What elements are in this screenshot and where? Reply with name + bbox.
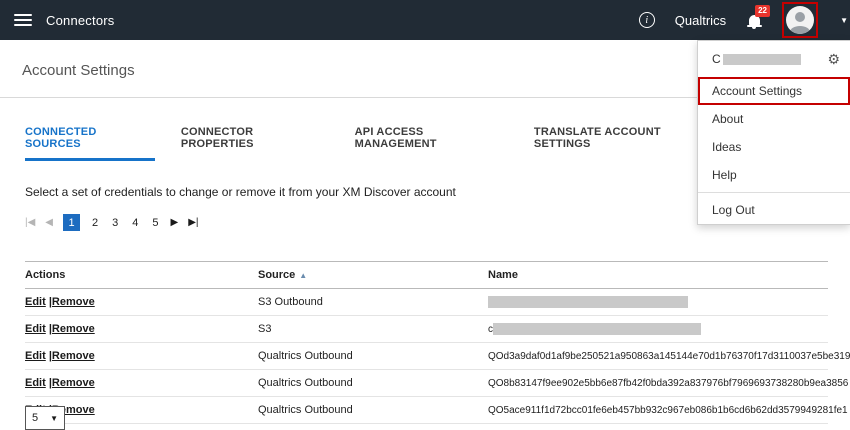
pagination-page-4[interactable]: 4 [130,217,140,229]
redacted-user-name-bar [723,54,801,65]
remove-link[interactable]: |Remove [49,296,95,308]
page-size-value: 5 [32,412,38,424]
menu-item-help[interactable]: Help [698,161,850,189]
menu-item-about[interactable]: About [698,105,850,133]
brand-logo: Qualtrics [675,13,726,28]
menu-item-account-settings[interactable]: Account Settings [698,77,850,105]
remove-link[interactable]: |Remove [49,377,95,389]
notifications-bell-icon[interactable]: 22 [746,11,762,29]
pagination-prev-icon[interactable]: ◀ [45,217,53,228]
tab-api-access-management[interactable]: API ACCESS MANAGEMENT [355,126,508,161]
source-cell: Qualtrics Outbound [258,350,353,362]
table-row: Edit |Remove Qualtrics Outbound QOd3a9da… [25,343,828,370]
chevron-down-icon: ▼ [50,414,58,423]
table-row: Edit |Remove S3 Outbound [25,289,828,316]
menu-user-row: C ⚙ [698,41,850,77]
info-icon[interactable]: i [639,12,655,28]
pagination-last-icon[interactable]: ▶| [188,217,198,228]
source-cell: S3 Outbound [258,296,323,308]
pagination-next-icon[interactable]: ▶ [171,217,179,228]
menu-item-ideas[interactable]: Ideas [698,133,850,161]
avatar-body [790,26,810,34]
pagination-page-2[interactable]: 2 [90,217,100,229]
source-cell: Qualtrics Outbound [258,404,353,416]
topbar: Connectors i Qualtrics 22 ▼ [0,0,850,40]
topbar-right: i Qualtrics 22 ▼ [639,2,850,38]
tab-connector-properties[interactable]: CONNECTOR PROPERTIES [181,126,329,161]
pagination-first-icon[interactable]: |◀ [25,217,35,228]
avatar[interactable] [786,6,814,34]
topbar-title: Connectors [46,13,114,28]
table-row: Edit |Remove Qualtrics Outbound QO5ace91… [25,397,828,424]
table-row: Edit |Remove Qualtrics Outbound QO8b8314… [25,370,828,397]
notification-badge: 22 [755,5,770,17]
menu-divider [698,192,850,193]
column-header-actions: Actions [25,262,258,289]
annotation-box-avatar [782,2,818,38]
tab-translate-account-settings[interactable]: TRANSLATE ACCOUNT SETTINGS [534,126,720,161]
gear-icon[interactable]: ⚙ [827,52,840,66]
source-cell: Qualtrics Outbound [258,377,353,389]
chevron-down-icon[interactable]: ▼ [840,16,848,25]
pagination-page-5[interactable]: 5 [150,217,160,229]
tab-connected-sources[interactable]: CONNECTED SOURCES [25,126,155,161]
name-cell: QO8b83147f9ee902e5bb6e87fb42f0bda392a837… [488,378,848,389]
avatar-head [795,12,805,22]
edit-link[interactable]: Edit [25,377,46,389]
edit-link[interactable]: Edit [25,350,46,362]
column-header-source-label: Source [258,269,295,281]
redacted-name-bar [488,296,688,308]
redacted-name-bar [493,323,701,335]
remove-link[interactable]: |Remove [49,323,95,335]
menu-item-log-out[interactable]: Log Out [698,196,850,224]
credentials-table: Actions Source ▲ Name Edit |Remove S3 Out… [25,261,828,424]
page-size-select[interactable]: 5 ▼ [25,406,65,430]
bell-clapper [752,27,756,29]
column-header-source[interactable]: Source ▲ [258,262,488,289]
hamburger-menu-icon[interactable] [14,14,32,26]
name-cell: QOd3a9daf0d1af9be250521a950863a145144e70… [488,351,850,362]
column-header-name: Name [488,262,828,289]
sort-asc-icon: ▲ [299,271,307,280]
table-header-row: Actions Source ▲ Name [25,262,828,289]
user-name: C [712,52,721,66]
edit-link[interactable]: Edit [25,296,46,308]
edit-link[interactable]: Edit [25,323,46,335]
pagination-page-current[interactable]: 1 [63,214,80,231]
remove-link[interactable]: |Remove [49,350,95,362]
source-cell: S3 [258,323,271,335]
user-dropdown-menu: C ⚙ Account Settings About Ideas Help Lo… [697,40,850,225]
name-cell: QO5ace911f1d72bcc01fe6eb457bb932c967eb08… [488,405,848,416]
table-row: Edit |Remove S3 c [25,316,828,343]
pagination-page-3[interactable]: 3 [110,217,120,229]
